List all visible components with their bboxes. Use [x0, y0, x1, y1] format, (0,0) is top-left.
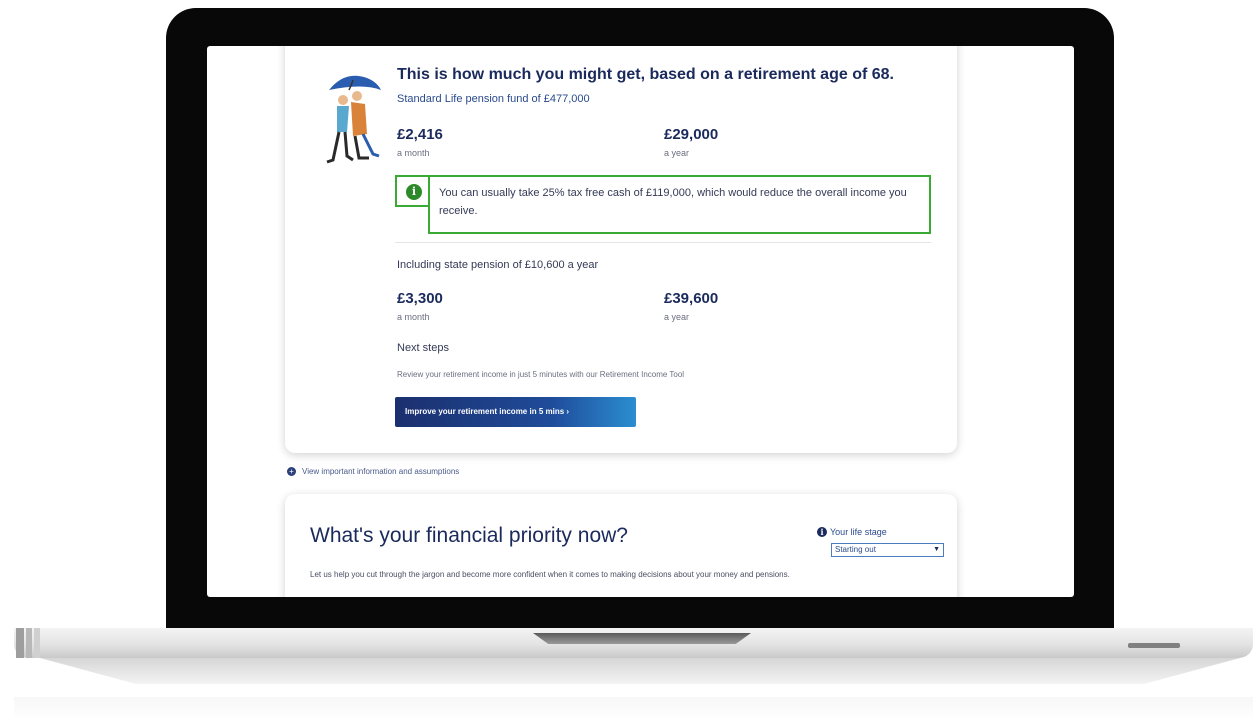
assumptions-link-label: View important information and assumptio… — [302, 467, 460, 476]
state-monthly-amount: £3,300 — [397, 290, 443, 307]
laptop-foot — [1128, 643, 1180, 648]
laptop-base-edge — [26, 628, 32, 658]
laptop-hinge-notch — [533, 633, 751, 644]
laptop-base-edge — [16, 628, 24, 658]
improve-retirement-income-button[interactable]: Improve your retirement income in 5 mins… — [395, 397, 636, 427]
assumptions-link[interactable]: + View important information and assumpti… — [287, 467, 460, 477]
state-yearly-amount: £39,600 — [664, 290, 719, 307]
laptop-shadow — [40, 658, 1240, 684]
life-stage-selected: Starting out — [835, 545, 876, 554]
info-message-text: You can usually take 25% tax free cash o… — [439, 187, 907, 217]
next-steps-description: Review your retirement income in just 5 … — [397, 370, 685, 379]
yearly-period: a year — [664, 148, 690, 158]
pension-fund-line: Standard Life pension fund of £477,000 — [397, 93, 590, 105]
laptop-screen: This is how much you might get, based on… — [207, 46, 1074, 597]
result-headline: This is how much you might get, based on… — [397, 66, 894, 83]
laptop-base-edge — [34, 628, 40, 658]
state-pension-line: Including state pension of £10,600 a yea… — [397, 259, 599, 271]
monthly-period: a month — [397, 148, 430, 158]
info-message-box: You can usually take 25% tax free cash o… — [428, 175, 931, 234]
yearly-amount: £29,000 — [664, 126, 719, 143]
life-stage-label: i Your life stage — [817, 527, 887, 537]
tax-free-cash-notice: i You can usually take 25% tax free cash… — [395, 175, 931, 234]
info-tab: i — [395, 175, 430, 207]
couple-with-umbrella-illustration — [326, 75, 381, 164]
life-stage-select[interactable]: Starting out ▼ — [831, 543, 944, 557]
priority-description: Let us help you cut through the jargon a… — [310, 570, 790, 579]
info-icon: i — [406, 184, 422, 200]
laptop-reflection — [14, 697, 1253, 721]
monthly-amount: £2,416 — [397, 126, 443, 143]
info-icon: i — [817, 527, 827, 537]
chevron-down-icon: ▼ — [933, 546, 940, 553]
life-stage-label-text: Your life stage — [830, 527, 887, 537]
state-yearly-period: a year — [664, 312, 690, 322]
next-steps-title: Next steps — [397, 342, 449, 354]
priority-title: What's your financial priority now? — [310, 524, 628, 547]
section-divider — [395, 242, 931, 243]
state-monthly-period: a month — [397, 312, 430, 322]
expand-plus-icon: + — [287, 467, 296, 477]
